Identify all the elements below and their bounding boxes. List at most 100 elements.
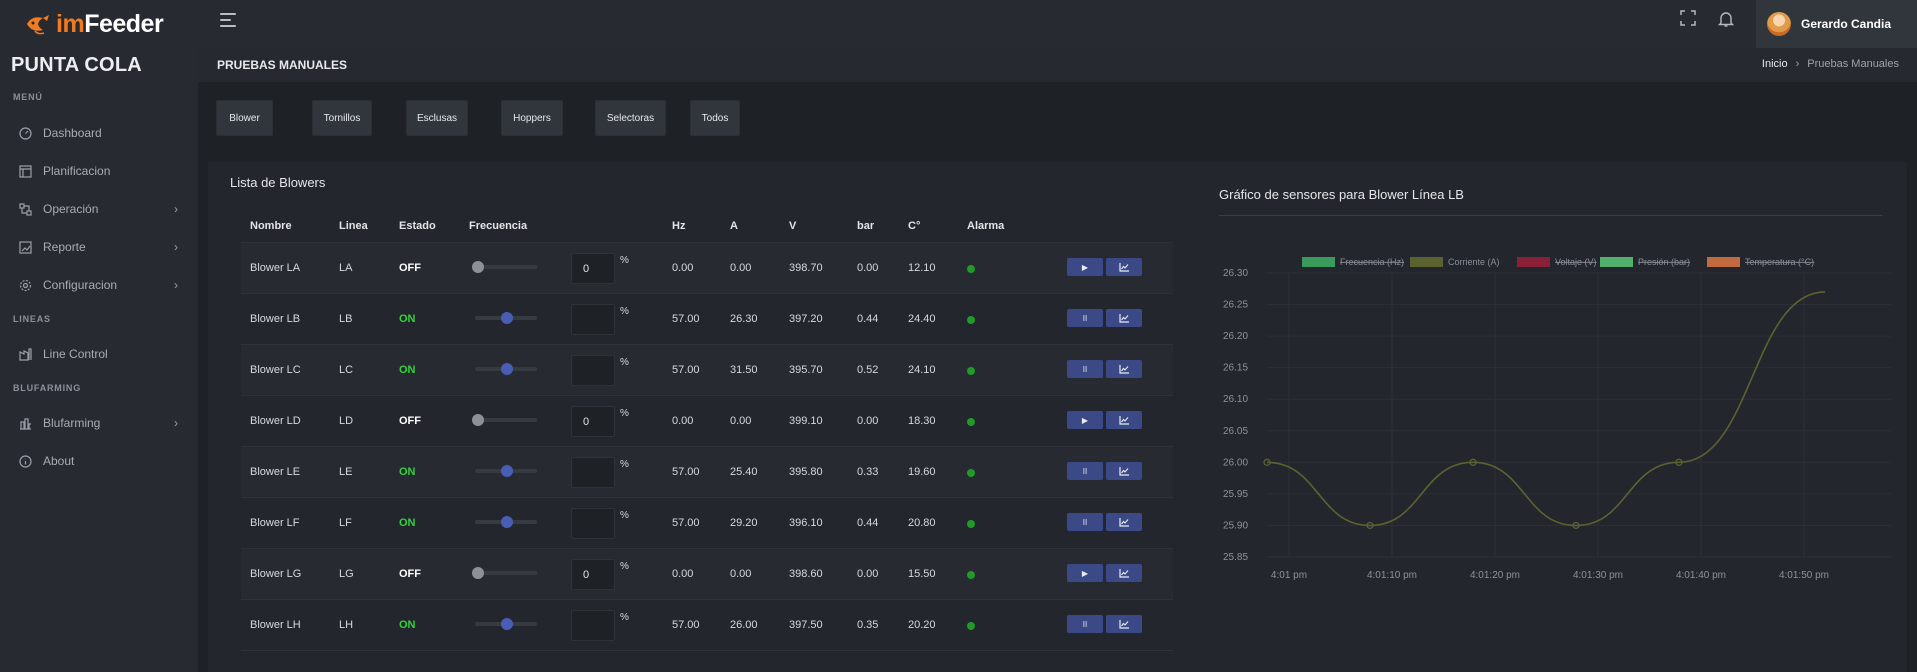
slider-knob[interactable] [501,465,513,477]
sidebar-item-dashboard[interactable]: Dashboard [0,118,198,148]
frequency-slider[interactable] [472,414,537,426]
chart-button[interactable] [1106,258,1142,276]
slider-knob[interactable] [501,618,513,630]
cell-nombre: Blower LB [250,313,301,325]
cell-v: 397.50 [789,619,823,631]
legend-swatch [1410,257,1443,267]
user-menu[interactable]: Gerardo Candia [1756,0,1917,48]
tab-blower[interactable]: Blower [216,100,273,136]
chart-icon [1119,568,1129,578]
frequency-slider[interactable] [472,261,537,273]
frequency-input[interactable]: 0 [571,559,615,590]
tab-esclusas[interactable]: Esclusas [406,100,468,136]
play-button[interactable]: ▶ [1067,258,1103,276]
sensor-chart: Frecuencia (Hz) Corriente (A) Voltaje (V) P… [1223,257,1891,581]
cell-temp: 24.10 [908,364,936,376]
y-tick-label: 26.20 [1223,331,1248,342]
chevron-right-icon: › [174,240,178,254]
dashboard-icon [18,126,32,140]
pause-button[interactable]: II [1067,615,1103,633]
chart-button[interactable] [1106,411,1142,429]
sidebar-item-reporte[interactable]: Reporte › [0,232,198,262]
alarm-indicator [967,265,975,273]
top-bar: imFeeder Gerardo Candia [0,0,1917,48]
cell-hz: 57.00 [672,313,700,325]
y-tick-label: 25.85 [1223,552,1248,563]
cell-v: 398.70 [789,262,823,274]
line-control-icon [18,347,32,361]
frequency-slider[interactable] [475,363,537,375]
frequency-slider[interactable] [475,312,537,324]
brand-name: imFeeder [56,9,164,38]
cell-nombre: Blower LF [250,517,300,529]
sidebar-item-planificacion[interactable]: Planificacion [0,156,198,186]
menu-toggle-icon[interactable] [220,13,238,29]
x-tick-label: 4:01:50 pm [1779,570,1829,581]
col-estado: Estado [399,220,436,232]
chart-button[interactable] [1106,360,1142,378]
slider-knob[interactable] [472,261,484,273]
user-name: Gerardo Candia [1801,17,1892,31]
frequency-input[interactable]: 0 [571,406,615,437]
frequency-input[interactable] [571,304,615,335]
sidebar-item-about[interactable]: About [0,446,198,476]
brand-logo-link[interactable]: imFeeder [0,0,198,48]
frequency-slider[interactable] [472,567,537,579]
chart-icon [1119,415,1129,425]
frequency-input[interactable] [571,508,615,539]
cell-temp: 18.30 [908,415,936,427]
frequency-input[interactable]: 0 [571,253,615,284]
pause-button[interactable]: II [1067,309,1103,327]
frequency-input[interactable] [571,355,615,386]
slider-knob[interactable] [472,414,484,426]
cell-temp: 24.40 [908,313,936,325]
tab-todos[interactable]: Todos [690,100,740,136]
tab-hoppers[interactable]: Hoppers [501,100,563,136]
slider-knob[interactable] [501,516,513,528]
frequency-slider[interactable] [475,618,537,630]
sidebar-item-blufarming[interactable]: Blufarming › [0,408,198,438]
sidebar-item-configuracion[interactable]: Configuracion › [0,270,198,300]
cell-hz: 57.00 [672,466,700,478]
percent-label: % [620,459,629,470]
fullscreen-icon[interactable] [1680,10,1696,26]
slider-knob[interactable] [501,363,513,375]
breadcrumb-home-link[interactable]: Inicio [1762,58,1788,70]
chart-button[interactable] [1106,564,1142,582]
cell-bar: 0.44 [857,517,879,529]
frequency-slider[interactable] [475,516,537,528]
section-label-lineas: LINEAS [13,314,51,324]
operation-icon [18,202,32,216]
slider-knob[interactable] [501,312,513,324]
cell-a: 0.00 [730,262,752,274]
pause-button[interactable]: II [1067,360,1103,378]
percent-label: % [620,612,629,623]
chart-icon [1119,466,1129,476]
avatar [1767,12,1791,36]
play-button[interactable]: ▶ [1067,411,1103,429]
play-button[interactable]: ▶ [1067,564,1103,582]
alarm-indicator [967,622,975,630]
chevron-right-icon: › [174,202,178,216]
sidebar-item-operacion[interactable]: Operación › [0,194,198,224]
chart-button[interactable] [1106,513,1142,531]
alarm-indicator [967,571,975,579]
calendar-icon [18,164,32,178]
tab-selectoras[interactable]: Selectoras [595,100,666,136]
status-badge: OFF [399,415,421,427]
cell-a: 26.00 [730,619,758,631]
sidebar-item-line-control[interactable]: Line Control [0,339,198,369]
chart-button[interactable] [1106,462,1142,480]
chart-button[interactable] [1106,615,1142,633]
frequency-input[interactable] [571,457,615,488]
slider-knob[interactable] [472,567,484,579]
cell-bar: 0.00 [857,262,879,274]
frequency-slider[interactable] [475,465,537,477]
notification-bell-icon[interactable] [1717,10,1735,28]
chart-button[interactable] [1106,309,1142,327]
pause-button[interactable]: II [1067,462,1103,480]
tab-tornillos[interactable]: Tornillos [312,100,372,136]
frequency-input[interactable] [571,610,615,641]
pause-button[interactable]: II [1067,513,1103,531]
status-badge: ON [399,313,416,325]
